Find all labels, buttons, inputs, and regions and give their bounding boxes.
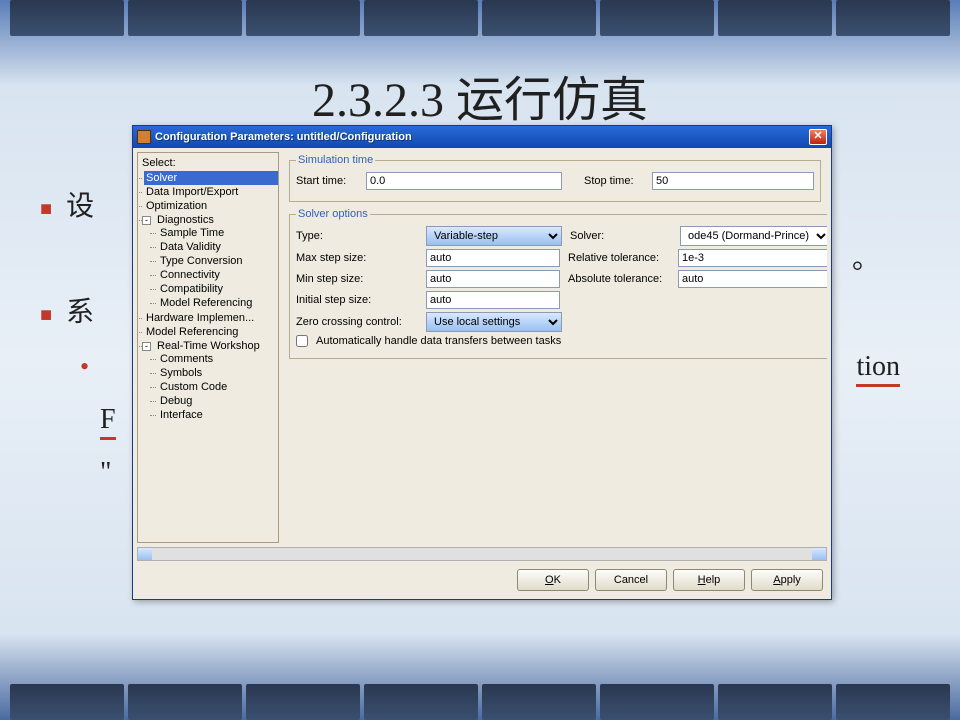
tree-symbols[interactable]: Symbols (158, 366, 276, 380)
app-icon (137, 130, 151, 144)
zcc-label: Zero crossing control: (296, 316, 422, 328)
slide-line-1-tail: 。 (852, 244, 880, 275)
tree-connectivity[interactable]: Connectivity (158, 268, 276, 282)
horizontal-scrollbar[interactable] (137, 547, 827, 561)
collapse-icon[interactable]: - (142, 342, 151, 351)
dialog-buttons: OOKK Cancel HelpHelp ApplyApply (133, 565, 831, 599)
collapse-icon[interactable]: - (142, 216, 151, 225)
tree-header: Select: (138, 155, 278, 171)
tree-data-validity[interactable]: Data Validity (158, 240, 276, 254)
init-step-input[interactable] (426, 291, 560, 309)
tree-panel: Select: Solver Data Import/Export Optimi… (137, 152, 279, 543)
solver-label: Solver: (570, 230, 676, 242)
type-label: Type: (296, 230, 422, 242)
min-step-input[interactable] (426, 270, 560, 288)
settings-panel: Simulation time Start time: Stop time: S… (283, 152, 827, 543)
cancel-button[interactable]: Cancel (595, 569, 667, 591)
apply-button[interactable]: ApplyApply (751, 569, 823, 591)
tree-rtw[interactable]: -Real-Time Workshop Comments Symbols Cus… (144, 339, 278, 423)
auto-transfers-checkbox[interactable] (296, 335, 308, 347)
solver-select[interactable]: ode45 (Dormand-Prince) (680, 226, 827, 246)
tree-interface[interactable]: Interface (158, 408, 276, 422)
sim-time-legend: Simulation time (296, 154, 375, 166)
simulation-time-group: Simulation time Start time: Stop time: (289, 154, 821, 202)
tree-debug[interactable]: Debug (158, 394, 276, 408)
slide-line-4: F (100, 404, 116, 440)
category-tree[interactable]: Solver Data Import/Export Optimization -… (138, 171, 278, 423)
tree-hardware[interactable]: Hardware Implemen... (144, 311, 278, 325)
tree-model-ref[interactable]: Model Referencing (158, 296, 276, 310)
slide-line-5: " (100, 457, 111, 488)
init-step-label: Initial step size: (296, 294, 422, 306)
solver-opts-legend: Solver options (296, 208, 370, 220)
slide-title: 2.3.2.3 运行仿真 (0, 60, 960, 130)
zcc-select[interactable]: Use local settings (426, 312, 562, 332)
help-button[interactable]: HelpHelp (673, 569, 745, 591)
max-step-input[interactable] (426, 249, 560, 267)
type-select[interactable]: Variable-step (426, 226, 562, 246)
tree-sample-time[interactable]: Sample Time (158, 226, 276, 240)
solver-options-group: Solver options Type: Variable-step Solve… (289, 208, 827, 359)
stop-time-label: Stop time: (584, 175, 648, 187)
sub-bullet-icon: • (80, 352, 89, 381)
tree-compatibility[interactable]: Compatibility (158, 282, 276, 296)
tree-comments[interactable]: Comments (158, 352, 276, 366)
config-dialog: Configuration Parameters: untitled/Confi… (132, 125, 832, 600)
bullet-icon: ■ (40, 198, 52, 220)
tree-diagnostics[interactable]: -Diagnostics Sample Time Data Validity T… (144, 213, 278, 311)
bullet-icon: ■ (40, 304, 52, 326)
stop-time-input[interactable] (652, 172, 814, 190)
slide-line-2: 系 (66, 297, 94, 328)
tree-model-ref-2[interactable]: Model Referencing (144, 325, 278, 339)
tree-type-conversion[interactable]: Type Conversion (158, 254, 276, 268)
slide-line-1: 设 (66, 191, 94, 222)
rel-tol-label: Relative tolerance: (568, 252, 674, 264)
titlebar[interactable]: Configuration Parameters: untitled/Confi… (133, 126, 831, 148)
start-time-label: Start time: (296, 175, 362, 187)
auto-transfers-label: Automatically handle data transfers betw… (316, 335, 561, 347)
min-step-label: Min step size: (296, 273, 422, 285)
tree-custom-code[interactable]: Custom Code (158, 380, 276, 394)
tree-data-io[interactable]: Data Import/Export (144, 185, 278, 199)
max-step-label: Max step size: (296, 252, 422, 264)
close-button[interactable]: ✕ (809, 129, 827, 145)
ok-button[interactable]: OOKK (517, 569, 589, 591)
tree-solver[interactable]: Solver (144, 171, 278, 185)
decorative-bricks-top (0, 0, 960, 36)
start-time-input[interactable] (366, 172, 562, 190)
abs-tol-label: Absolute tolerance: (568, 273, 674, 285)
rel-tol-input[interactable] (678, 249, 827, 267)
decorative-bricks-bottom (0, 684, 960, 720)
tree-optimization[interactable]: Optimization (144, 199, 278, 213)
slide-line-3-tail: tion (856, 340, 900, 393)
abs-tol-input[interactable] (678, 270, 827, 288)
dialog-title: Configuration Parameters: untitled/Confi… (155, 131, 809, 143)
